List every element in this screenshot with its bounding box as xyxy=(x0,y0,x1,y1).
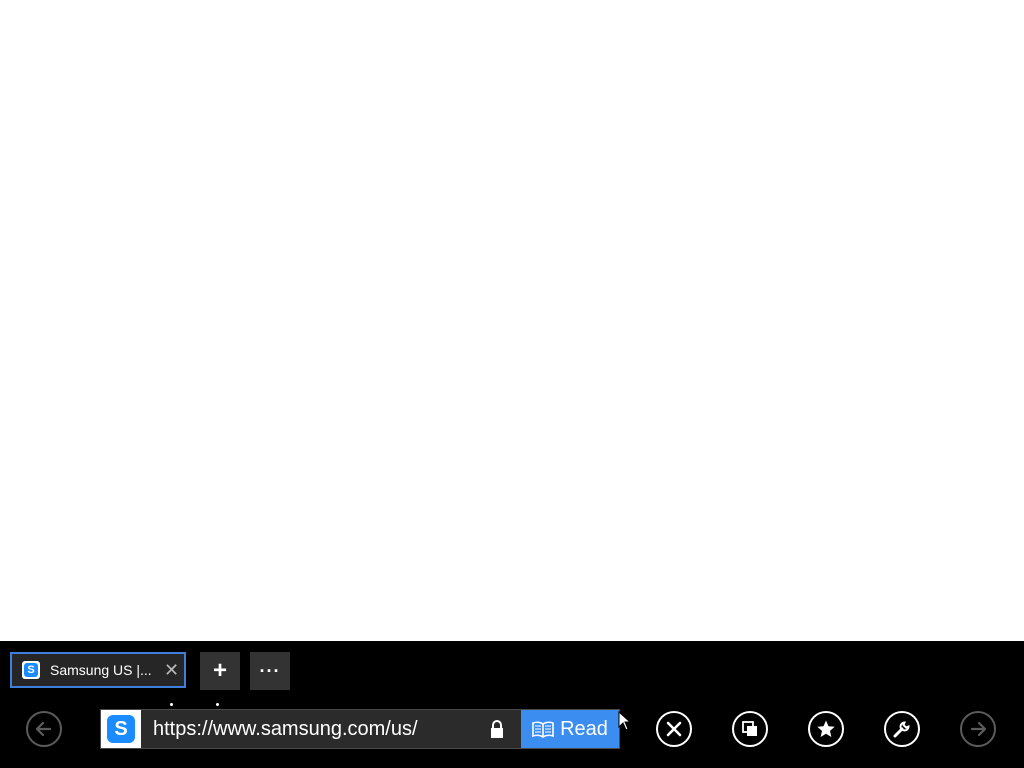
new-tab-button[interactable]: + xyxy=(200,652,240,690)
reading-view-button[interactable]: Read xyxy=(521,710,619,748)
tabs-button[interactable] xyxy=(732,711,768,747)
tabs-icon xyxy=(742,721,757,736)
star-icon xyxy=(817,720,835,737)
tab-indicator-dot xyxy=(216,703,219,706)
tab-close-icon[interactable]: ✕ xyxy=(164,661,179,679)
url-field[interactable]: https://www.samsung.com/us/ xyxy=(153,718,487,741)
back-button[interactable] xyxy=(26,711,62,747)
lock-icon[interactable] xyxy=(487,719,507,739)
web-page-content[interactable] xyxy=(0,0,1024,641)
page-tools-button[interactable] xyxy=(884,711,920,747)
book-icon xyxy=(532,721,554,738)
forward-button[interactable] xyxy=(960,711,996,747)
address-bar[interactable]: S https://www.samsung.com/us/ Read xyxy=(100,709,620,749)
favicon-letter: S xyxy=(24,663,38,677)
close-icon xyxy=(666,721,682,737)
favorites-button[interactable] xyxy=(808,711,844,747)
tab-samsung[interactable]: S Samsung US |... ✕ xyxy=(10,652,186,688)
tab-tools-button[interactable]: ··· xyxy=(250,652,290,690)
tab-title: Samsung US |... xyxy=(50,662,152,678)
read-label: Read xyxy=(560,717,608,740)
site-icon-letter: S xyxy=(107,715,135,743)
samsung-favicon-icon: S xyxy=(22,661,40,679)
browser-app-bar: S Samsung US |... ✕ + ··· S https://www.… xyxy=(0,641,1024,768)
stop-button[interactable] xyxy=(656,711,692,747)
tab-indicator-dot xyxy=(170,703,173,706)
back-arrow-icon xyxy=(35,721,52,737)
site-icon: S xyxy=(101,710,141,748)
forward-arrow-icon xyxy=(970,721,987,737)
mouse-cursor-icon xyxy=(618,711,632,731)
wrench-icon xyxy=(893,721,910,738)
